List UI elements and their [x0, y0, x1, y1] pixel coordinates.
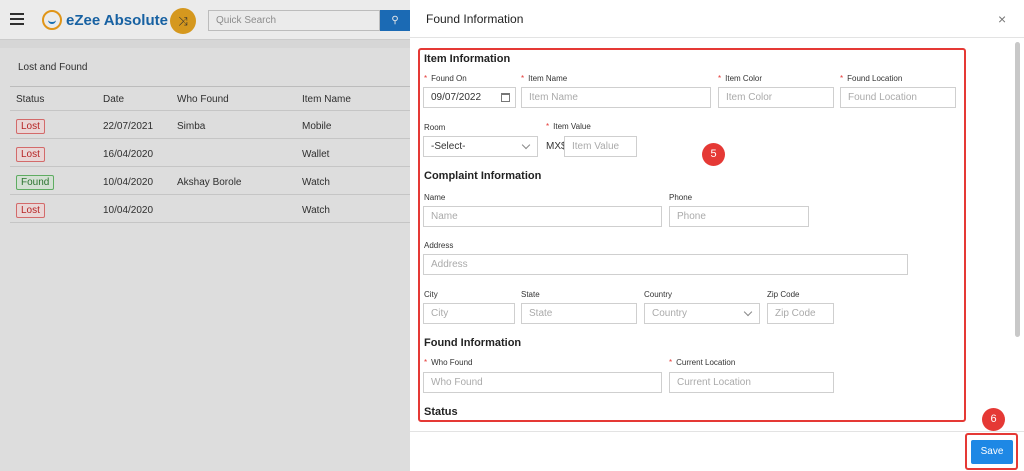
item-name-input[interactable]: Item Name — [521, 87, 711, 108]
room-select[interactable]: -Select- — [423, 136, 538, 157]
item-value-input[interactable]: Item Value — [564, 136, 637, 157]
country-select[interactable]: Country — [644, 303, 760, 324]
address-label: Address — [424, 241, 454, 250]
section-item-information: Item Information — [424, 53, 511, 65]
close-icon[interactable]: × — [998, 11, 1006, 27]
found-on-label: * Found On — [424, 74, 467, 83]
save-button[interactable]: Save — [971, 440, 1013, 464]
calendar-icon[interactable] — [501, 93, 510, 102]
found-information-drawer: Found Information × Item Information * Fo… — [410, 0, 1024, 471]
section-found-information: Found Information — [424, 337, 522, 349]
phone-input[interactable]: Phone — [669, 206, 809, 227]
state-label: State — [521, 290, 540, 299]
found-on-date-field[interactable]: 09/07/2022 — [423, 87, 516, 108]
chevron-down-icon — [743, 307, 753, 317]
item-color-label: * Item Color — [718, 74, 763, 83]
found-location-input[interactable]: Found Location — [840, 87, 956, 108]
who-found-input[interactable]: Who Found — [423, 372, 662, 393]
found-location-label: * Found Location — [840, 74, 903, 83]
who-found-label: * Who Found — [424, 358, 473, 367]
drawer-title: Found Information — [426, 12, 524, 26]
city-input[interactable]: City — [423, 303, 515, 324]
step-marker-5: 5 — [702, 143, 725, 166]
name-label: Name — [424, 193, 446, 202]
state-input[interactable]: State — [521, 303, 637, 324]
phone-label: Phone — [669, 193, 693, 202]
current-location-input[interactable]: Current Location — [669, 372, 834, 393]
city-label: City — [424, 290, 438, 299]
chevron-down-icon — [521, 140, 531, 150]
section-status: Status — [424, 406, 458, 418]
scrollbar[interactable] — [1014, 40, 1022, 425]
country-label: Country — [644, 290, 673, 299]
overlay-backdrop[interactable] — [0, 0, 410, 471]
scrollbar-thumb[interactable] — [1015, 42, 1020, 337]
item-color-input[interactable]: Item Color — [718, 87, 834, 108]
zip-code-input[interactable]: Zip Code — [767, 303, 834, 324]
section-complaint-information: Complaint Information — [424, 170, 542, 182]
divider — [410, 37, 1024, 38]
step-marker-6: 6 — [982, 408, 1005, 431]
zip-code-label: Zip Code — [767, 290, 800, 299]
name-input[interactable]: Name — [423, 206, 662, 227]
address-input[interactable]: Address — [423, 254, 908, 275]
room-label: Room — [424, 123, 446, 132]
divider — [410, 431, 1024, 432]
item-name-label: * Item Name — [521, 74, 568, 83]
item-value-label: * Item Value — [546, 122, 591, 131]
current-location-label: * Current Location — [669, 358, 736, 367]
